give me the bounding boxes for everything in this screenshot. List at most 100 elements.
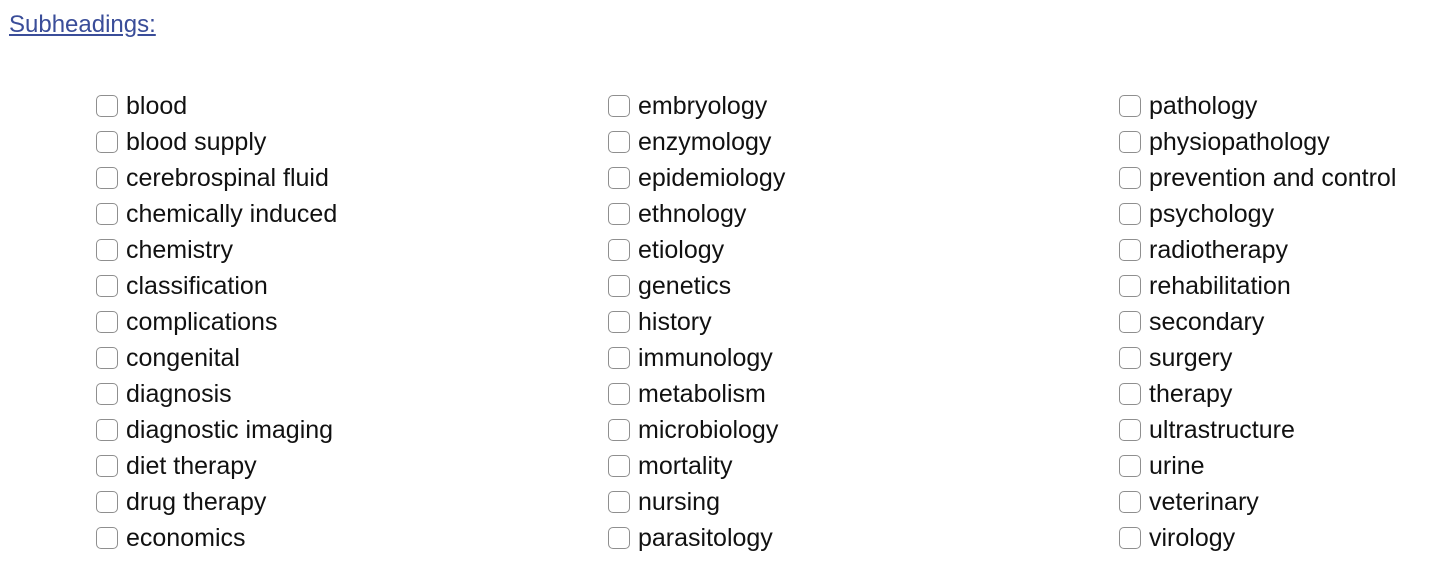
- subheading-label[interactable]: economics: [126, 523, 246, 553]
- subheading-label[interactable]: embryology: [638, 91, 767, 121]
- subheading-label[interactable]: pathology: [1149, 91, 1257, 121]
- subheading-checkbox[interactable]: [96, 527, 118, 549]
- subheading-checkbox[interactable]: [608, 347, 630, 369]
- subheading-label[interactable]: parasitology: [638, 523, 773, 553]
- subheading-checkbox[interactable]: [608, 527, 630, 549]
- subheading-checkbox[interactable]: [96, 167, 118, 189]
- subheading-option[interactable]: microbiology: [608, 412, 785, 448]
- subheading-label[interactable]: microbiology: [638, 415, 778, 445]
- subheading-option[interactable]: blood: [96, 88, 337, 124]
- subheading-label[interactable]: urine: [1149, 451, 1205, 481]
- subheading-label[interactable]: cerebrospinal fluid: [126, 163, 329, 193]
- subheading-label[interactable]: history: [638, 307, 712, 337]
- subheading-checkbox[interactable]: [96, 275, 118, 297]
- subheading-checkbox[interactable]: [1119, 455, 1141, 477]
- subheading-label[interactable]: prevention and control: [1149, 163, 1396, 193]
- subheading-option[interactable]: epidemiology: [608, 160, 785, 196]
- subheading-label[interactable]: ultrastructure: [1149, 415, 1295, 445]
- subheading-checkbox[interactable]: [608, 275, 630, 297]
- subheading-option[interactable]: virology: [1119, 520, 1396, 556]
- subheading-option[interactable]: physiopathology: [1119, 124, 1396, 160]
- subheading-checkbox[interactable]: [96, 239, 118, 261]
- subheading-checkbox[interactable]: [608, 419, 630, 441]
- subheading-option[interactable]: complications: [96, 304, 337, 340]
- subheading-option[interactable]: metabolism: [608, 376, 785, 412]
- subheading-label[interactable]: psychology: [1149, 199, 1274, 229]
- subheading-option[interactable]: psychology: [1119, 196, 1396, 232]
- subheading-label[interactable]: etiology: [638, 235, 724, 265]
- subheading-option[interactable]: diagnostic imaging: [96, 412, 337, 448]
- subheading-checkbox[interactable]: [1119, 131, 1141, 153]
- subheading-label[interactable]: surgery: [1149, 343, 1232, 373]
- subheading-label[interactable]: immunology: [638, 343, 773, 373]
- subheading-option[interactable]: prevention and control: [1119, 160, 1396, 196]
- subheading-option[interactable]: radiotherapy: [1119, 232, 1396, 268]
- subheading-option[interactable]: mortality: [608, 448, 785, 484]
- subheading-checkbox[interactable]: [608, 383, 630, 405]
- subheading-option[interactable]: history: [608, 304, 785, 340]
- subheading-label[interactable]: chemistry: [126, 235, 233, 265]
- subheading-checkbox[interactable]: [96, 131, 118, 153]
- subheading-checkbox[interactable]: [1119, 347, 1141, 369]
- subheading-label[interactable]: virology: [1149, 523, 1235, 553]
- subheading-label[interactable]: secondary: [1149, 307, 1264, 337]
- subheading-checkbox[interactable]: [96, 347, 118, 369]
- subheading-option[interactable]: urine: [1119, 448, 1396, 484]
- subheading-checkbox[interactable]: [1119, 491, 1141, 513]
- subheading-checkbox[interactable]: [608, 239, 630, 261]
- subheading-option[interactable]: congenital: [96, 340, 337, 376]
- subheading-label[interactable]: congenital: [126, 343, 240, 373]
- subheading-label[interactable]: rehabilitation: [1149, 271, 1291, 301]
- subheading-option[interactable]: blood supply: [96, 124, 337, 160]
- subheading-option[interactable]: pathology: [1119, 88, 1396, 124]
- subheading-label[interactable]: blood: [126, 91, 187, 121]
- subheading-label[interactable]: chemically induced: [126, 199, 337, 229]
- subheading-option[interactable]: genetics: [608, 268, 785, 304]
- subheading-option[interactable]: nursing: [608, 484, 785, 520]
- subheading-checkbox[interactable]: [1119, 383, 1141, 405]
- subheading-checkbox[interactable]: [608, 311, 630, 333]
- subheading-option[interactable]: classification: [96, 268, 337, 304]
- subheading-label[interactable]: complications: [126, 307, 277, 337]
- subheading-option[interactable]: cerebrospinal fluid: [96, 160, 337, 196]
- subheading-option[interactable]: ethnology: [608, 196, 785, 232]
- subheading-option[interactable]: secondary: [1119, 304, 1396, 340]
- subheading-checkbox[interactable]: [96, 491, 118, 513]
- subheading-label[interactable]: diet therapy: [126, 451, 257, 481]
- subheading-checkbox[interactable]: [1119, 275, 1141, 297]
- subheading-option[interactable]: therapy: [1119, 376, 1396, 412]
- subheading-label[interactable]: classification: [126, 271, 268, 301]
- subheading-option[interactable]: immunology: [608, 340, 785, 376]
- subheading-checkbox[interactable]: [608, 455, 630, 477]
- subheading-option[interactable]: embryology: [608, 88, 785, 124]
- subheading-label[interactable]: therapy: [1149, 379, 1232, 409]
- subheading-option[interactable]: drug therapy: [96, 484, 337, 520]
- subheading-checkbox[interactable]: [1119, 419, 1141, 441]
- subheading-checkbox[interactable]: [608, 203, 630, 225]
- subheading-option[interactable]: diagnosis: [96, 376, 337, 412]
- subheading-checkbox[interactable]: [608, 167, 630, 189]
- subheading-option[interactable]: economics: [96, 520, 337, 556]
- subheading-label[interactable]: drug therapy: [126, 487, 266, 517]
- subheading-label[interactable]: genetics: [638, 271, 731, 301]
- subheading-label[interactable]: diagnostic imaging: [126, 415, 333, 445]
- subheading-option[interactable]: diet therapy: [96, 448, 337, 484]
- subheading-checkbox[interactable]: [96, 383, 118, 405]
- subheading-checkbox[interactable]: [1119, 95, 1141, 117]
- subheading-checkbox[interactable]: [1119, 167, 1141, 189]
- subheading-label[interactable]: diagnosis: [126, 379, 232, 409]
- subheading-checkbox[interactable]: [1119, 311, 1141, 333]
- subheading-label[interactable]: blood supply: [126, 127, 266, 157]
- subheading-checkbox[interactable]: [608, 491, 630, 513]
- subheading-label[interactable]: mortality: [638, 451, 732, 481]
- subheading-option[interactable]: veterinary: [1119, 484, 1396, 520]
- subheadings-link[interactable]: Subheadings:: [9, 11, 156, 39]
- subheading-option[interactable]: parasitology: [608, 520, 785, 556]
- subheading-label[interactable]: ethnology: [638, 199, 746, 229]
- subheading-checkbox[interactable]: [1119, 203, 1141, 225]
- subheading-option[interactable]: ultrastructure: [1119, 412, 1396, 448]
- subheading-checkbox[interactable]: [1119, 239, 1141, 261]
- subheading-label[interactable]: epidemiology: [638, 163, 785, 193]
- subheading-label[interactable]: enzymology: [638, 127, 771, 157]
- subheading-label[interactable]: veterinary: [1149, 487, 1259, 517]
